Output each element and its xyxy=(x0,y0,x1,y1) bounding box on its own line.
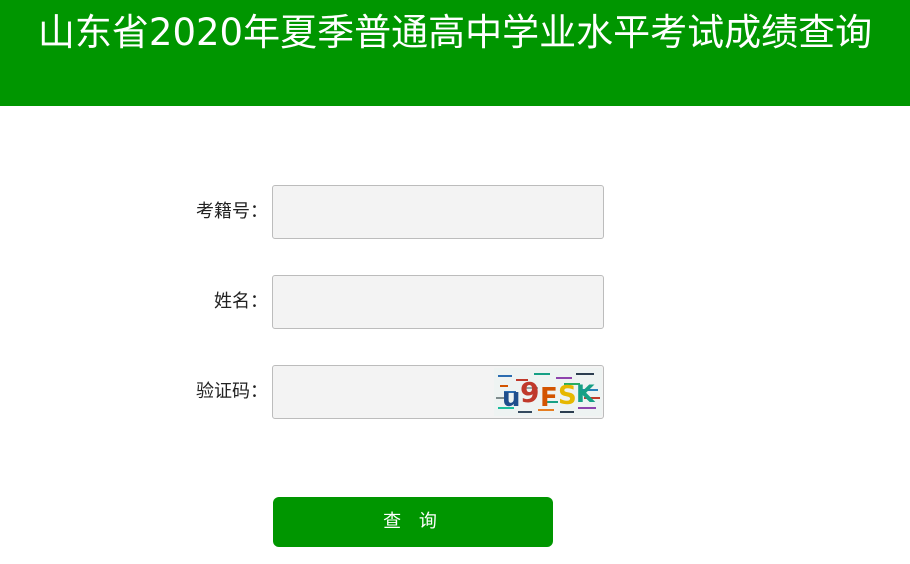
name-row: 姓名： xyxy=(0,275,910,329)
name-label: 姓名： xyxy=(214,291,268,312)
svg-text:K: K xyxy=(576,380,596,408)
page-header: 山东省2020年夏季普通高中学业水平考试成绩查询 xyxy=(0,0,910,106)
page-title: 山东省2020年夏季普通高中学业水平考试成绩查询 xyxy=(37,11,873,54)
captcha-noise-graphic: u 9 F S K xyxy=(494,368,602,416)
name-input[interactable] xyxy=(272,275,604,329)
svg-text:9: 9 xyxy=(520,376,539,409)
svg-text:S: S xyxy=(558,381,577,411)
query-button[interactable]: 查 询 xyxy=(273,497,553,547)
svg-text:F: F xyxy=(540,383,558,413)
exam-id-row: 考籍号： xyxy=(0,185,910,239)
captcha-row: 验证码： u 9 F S K xyxy=(0,365,910,419)
captcha-label: 验证码： xyxy=(196,381,268,402)
captcha-image[interactable]: u 9 F S K xyxy=(494,368,602,416)
svg-text:u: u xyxy=(502,383,521,413)
exam-id-label: 考籍号： xyxy=(196,201,268,222)
exam-id-input[interactable] xyxy=(272,185,604,239)
